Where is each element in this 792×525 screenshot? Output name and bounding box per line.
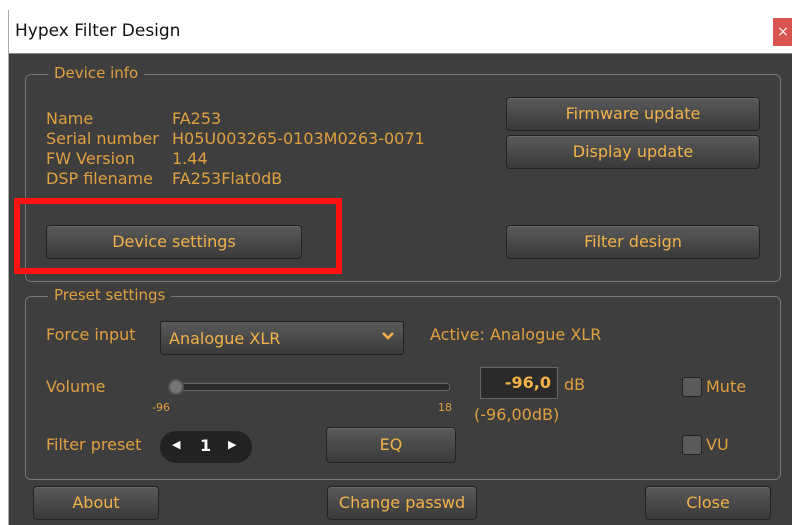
volume-slider[interactable] — [170, 383, 450, 391]
filter-design-button[interactable]: Filter design — [506, 225, 760, 259]
force-input-label: Force input — [46, 325, 136, 344]
firmware-update-button[interactable]: Firmware update — [506, 97, 760, 131]
fw-version-value: 1.44 — [172, 149, 208, 168]
next-arrow-icon[interactable]: ▶ — [228, 438, 236, 451]
volume-label: Volume — [46, 377, 106, 396]
title-bar: Hypex Filter Design × — [9, 10, 792, 54]
filter-preset-value: 1 — [200, 436, 212, 455]
window-close-icon[interactable]: × — [773, 18, 792, 46]
window-title: Hypex Filter Design — [15, 21, 181, 41]
filter-preset-label: Filter preset — [46, 435, 142, 454]
close-button[interactable]: Close — [645, 486, 771, 520]
serial-value: H05U003265-0103M0263-0071 — [172, 129, 425, 148]
force-input-value: Analogue XLR — [169, 329, 281, 348]
dsp-filename-label: DSP filename — [46, 169, 153, 188]
eq-button[interactable]: EQ — [326, 427, 456, 463]
volume-min-label: -96 — [152, 401, 170, 414]
volume-detail: (-96,00dB) — [474, 405, 560, 424]
volume-unit: dB — [564, 375, 586, 394]
serial-label: Serial number — [46, 129, 159, 148]
device-info-legend: Device info — [48, 64, 145, 82]
highlight-box — [14, 198, 342, 274]
display-update-button[interactable]: Display update — [506, 135, 760, 169]
force-input-dropdown[interactable]: Analogue XLR — [160, 321, 404, 355]
preset-settings-legend: Preset settings — [48, 286, 172, 304]
vu-checkbox[interactable] — [682, 435, 702, 455]
prev-arrow-icon[interactable]: ◀ — [172, 438, 180, 451]
mute-checkbox[interactable] — [682, 377, 702, 397]
name-value: FA253 — [172, 109, 222, 128]
fw-version-label: FW Version — [46, 149, 135, 168]
volume-max-label: 18 — [438, 401, 452, 414]
active-input-text: Active: Analogue XLR — [430, 325, 602, 344]
name-label: Name — [46, 109, 94, 128]
vu-label: VU — [706, 435, 729, 454]
dsp-filename-value: FA253Flat0dB — [172, 169, 283, 188]
mute-label: Mute — [706, 377, 747, 396]
about-button[interactable]: About — [33, 486, 159, 520]
change-passwd-button[interactable]: Change passwd — [327, 486, 477, 520]
preset-settings-group: Preset settings Force input Analogue XLR… — [25, 286, 781, 480]
filter-preset-spinner[interactable]: ◀ 1 ▶ — [160, 431, 252, 463]
chevron-down-icon — [381, 326, 395, 350]
volume-slider-thumb[interactable] — [168, 379, 184, 395]
volume-input[interactable]: -96,0 — [480, 367, 558, 399]
